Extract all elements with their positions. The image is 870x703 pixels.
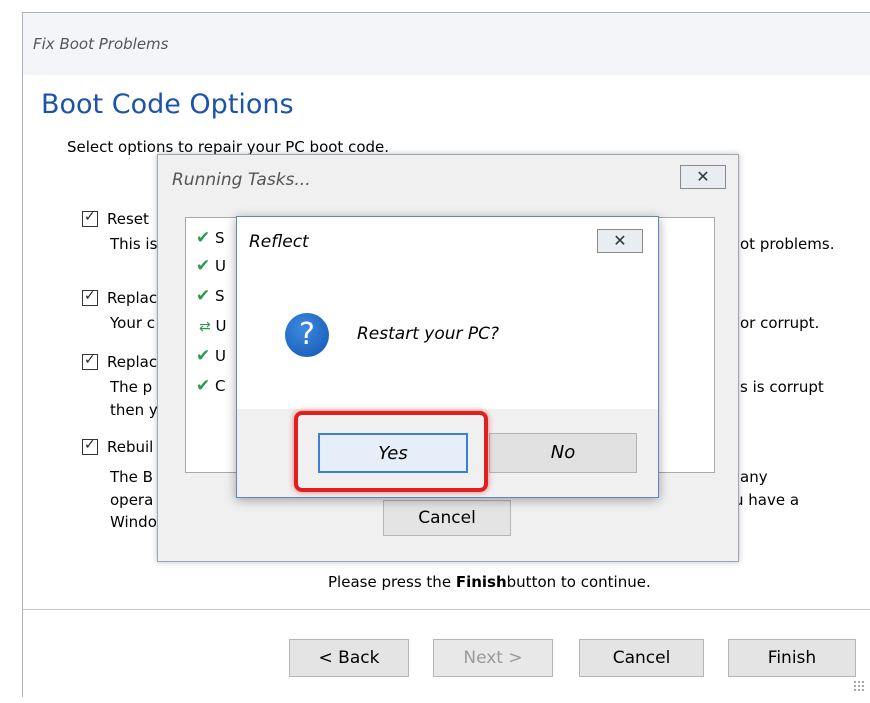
back-button[interactable]: < Back	[289, 639, 409, 677]
option-replace-2-desc-2: then y	[110, 401, 158, 419]
running-tasks-close-button[interactable]: ✕	[680, 165, 726, 189]
option-replace-2-desc-end: s is corrupt	[740, 378, 824, 396]
task-label: S	[215, 229, 225, 247]
option-replace-2-checkbox[interactable]	[82, 352, 98, 370]
checkmark-icon: ✔	[196, 346, 211, 366]
option-replace-1-label: Replac	[107, 289, 158, 307]
option-rebuild-desc-3: u have a	[734, 491, 800, 509]
reflect-title-bar: Reflect ✕	[237, 217, 658, 263]
wizard-title: Fix Boot Problems	[33, 35, 169, 53]
option-reset-checkbox[interactable]	[82, 209, 98, 227]
question-icon: ?	[285, 313, 329, 357]
no-button[interactable]: No	[489, 433, 637, 473]
option-rebuild-label: Rebuil	[107, 438, 154, 456]
list-item: ✔ S	[196, 228, 225, 248]
task-label: U	[215, 347, 227, 365]
option-replace-1-desc-end: or corrupt.	[740, 314, 820, 332]
option-rebuild-desc-end: any	[740, 468, 768, 486]
task-label: C	[215, 377, 226, 395]
wizard-title-bar: Fix Boot Problems	[23, 13, 870, 75]
list-item: ⇄ U	[196, 317, 227, 335]
option-rebuild-desc: The B	[110, 468, 153, 486]
option-rebuild-desc-4: Windo	[110, 513, 157, 531]
list-item: ✔ U	[196, 346, 226, 366]
close-icon: ✕	[613, 231, 627, 250]
finish-hint-bold: Finish	[455, 573, 507, 591]
list-item: ✔ S	[196, 286, 225, 306]
tasks-cancel-button[interactable]: Cancel	[383, 500, 511, 536]
finish-hint-suffix: button to continue.	[506, 573, 651, 591]
task-label: S	[215, 287, 225, 305]
option-replace-2-desc: The p	[110, 378, 153, 396]
option-rebuild-desc-2: opera	[110, 491, 154, 509]
next-button[interactable]: Next >	[433, 639, 553, 677]
task-label: U	[215, 257, 227, 275]
running-tasks-title: Running Tasks...	[172, 170, 311, 190]
option-rebuild-checkbox[interactable]	[82, 437, 98, 455]
option-reset-desc-end: ot problems.	[740, 235, 835, 253]
cancel-button[interactable]: Cancel	[579, 639, 704, 677]
finish-button[interactable]: Finish	[728, 639, 856, 677]
close-icon: ✕	[696, 167, 710, 186]
finish-hint: Please press the Finishbutton to continu…	[328, 573, 651, 591]
checkmark-icon: ✔	[196, 286, 211, 306]
checkmark-icon: ✔	[196, 256, 211, 276]
option-reset-desc: This is	[110, 235, 158, 253]
highlight-box	[294, 411, 488, 492]
list-item: ✔ C	[196, 376, 226, 396]
finish-hint-prefix: Please press the	[328, 573, 456, 591]
wizard-footer: < Back Next > Cancel Finish	[23, 610, 870, 698]
list-item: ✔ U	[196, 256, 226, 276]
checkmark-icon: ✔	[196, 228, 211, 248]
page-title: Boot Code Options	[41, 89, 294, 120]
checkmark-icon: ✔	[196, 376, 211, 396]
reflect-title: Reflect	[249, 232, 309, 252]
task-label: U	[215, 317, 227, 335]
option-reset-label: Reset	[107, 210, 149, 228]
reflect-message: Restart your PC?	[357, 324, 500, 344]
option-replace-2-label: Replac	[107, 353, 158, 371]
reflect-close-button[interactable]: ✕	[597, 229, 643, 253]
option-replace-1-desc: Your c	[110, 314, 156, 332]
option-replace-1-checkbox[interactable]	[82, 288, 98, 306]
sync-icon: ⇄	[199, 319, 211, 335]
resize-grip-icon[interactable]	[853, 680, 865, 692]
